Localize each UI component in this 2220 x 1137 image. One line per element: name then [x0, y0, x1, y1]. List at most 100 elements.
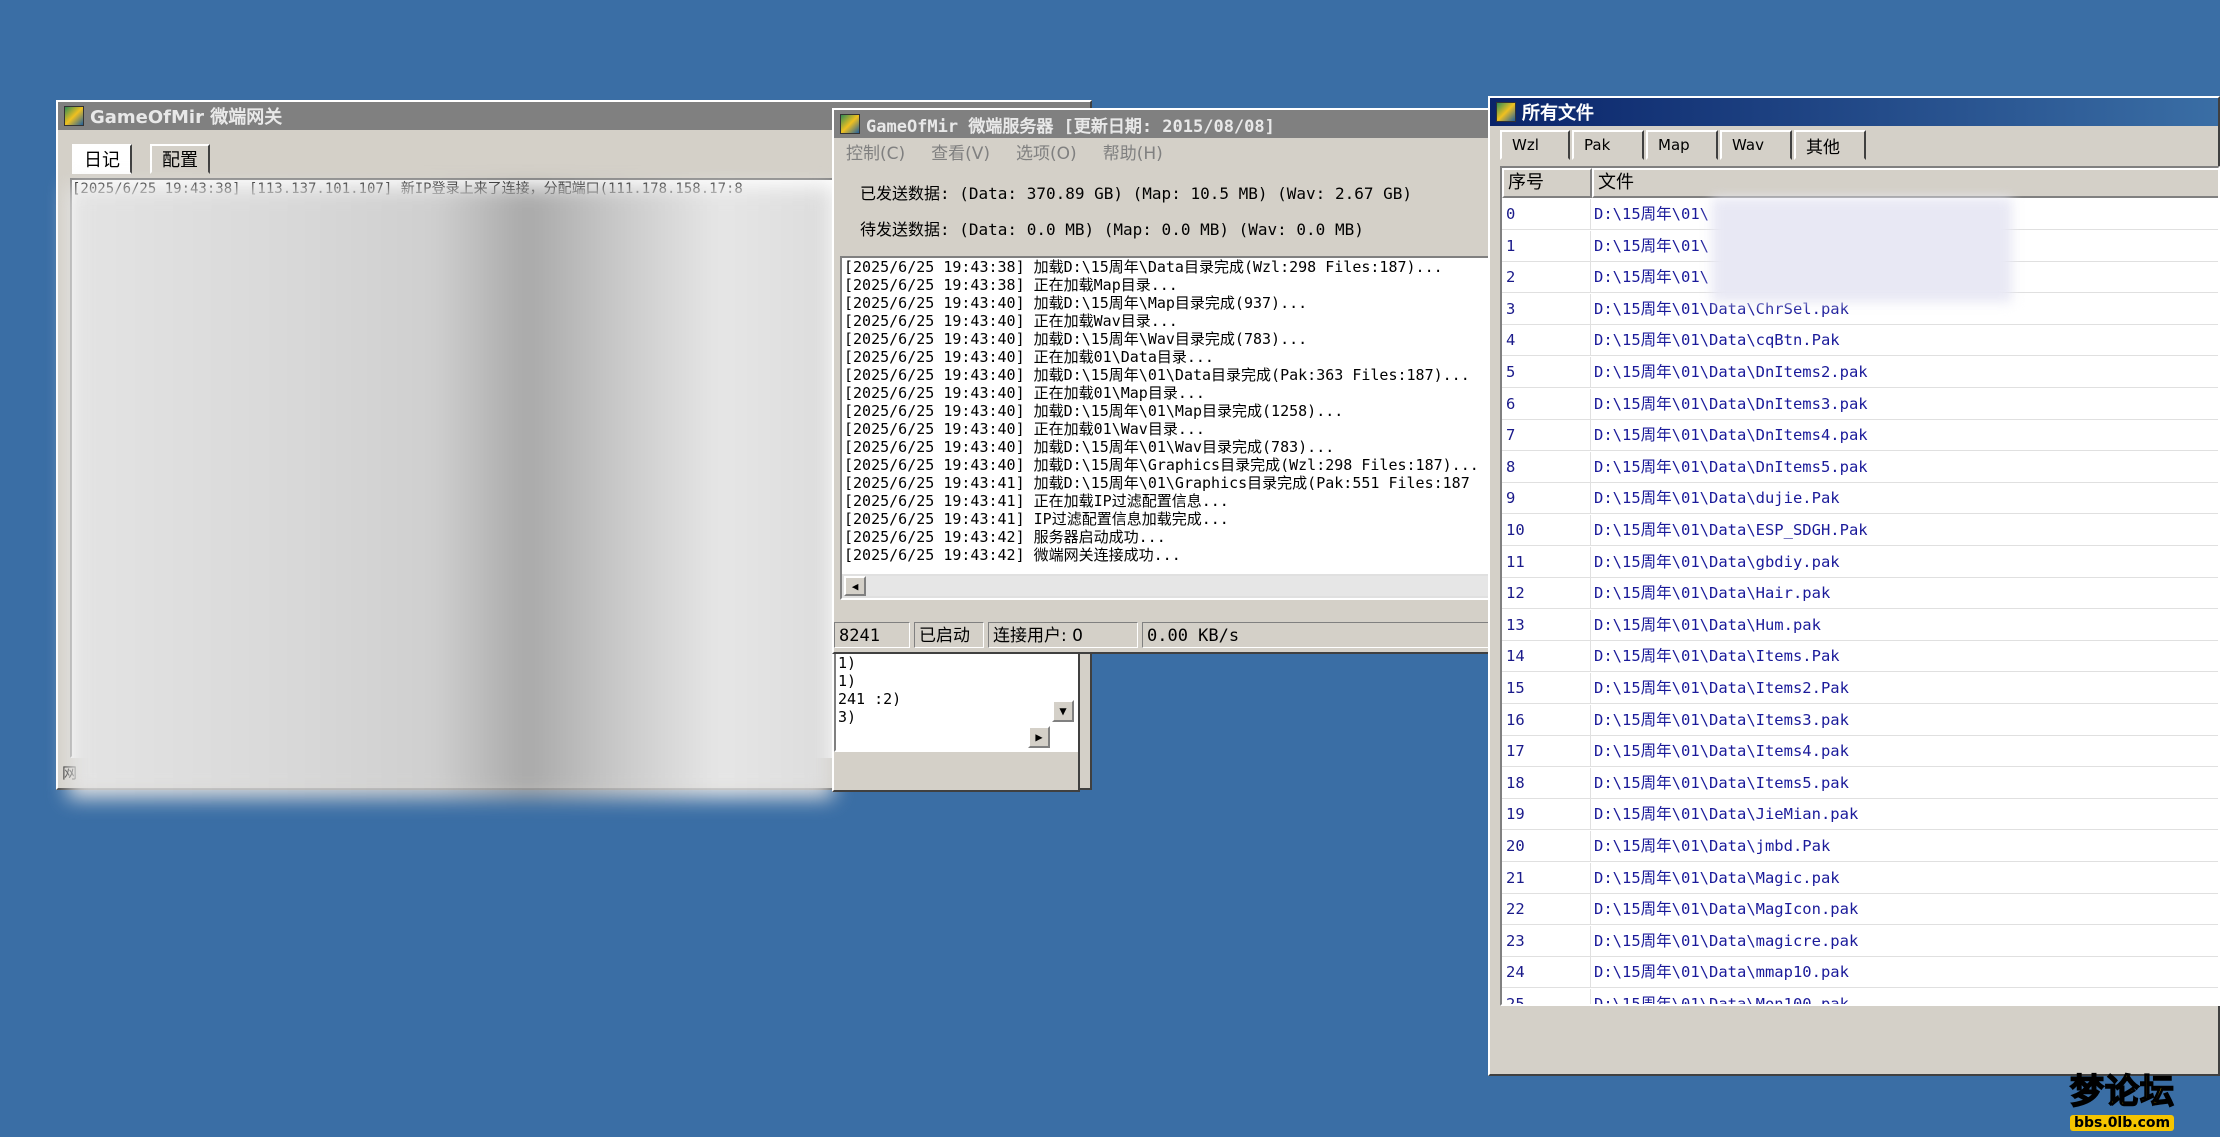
- file-row[interactable]: 15 D:\15周年\01\Data\Items2.Pak: [1502, 673, 2218, 704]
- file-row-path: D:\15周年\01\Data\cqBtn.Pak: [1594, 331, 1840, 350]
- file-row[interactable]: 11 D:\15周年\01\Data\gbdiy.pak: [1502, 546, 2218, 578]
- file-row[interactable]: 5 D:\15周年\01\Data\DnItems2.pak: [1502, 357, 2218, 388]
- tab-log[interactable]: 日记: [72, 144, 132, 174]
- file-row[interactable]: 12 D:\15周年\01\Data\Hair.pak: [1502, 578, 2218, 610]
- server-log-line: [2025/6/25 19:43:40] 加载D:\15周年\Graphics目…: [844, 456, 1479, 474]
- tab-other[interactable]: 其他: [1794, 130, 1866, 160]
- column-divider: [1590, 388, 1591, 419]
- file-row[interactable]: 7 D:\15周年\01\Data\DnItems4.pak: [1502, 420, 2218, 452]
- watermark-site: bbs.0lb.com: [2070, 1115, 2175, 1131]
- file-row[interactable]: 16 D:\15周年\01\Data\Items3.pak: [1502, 704, 2218, 736]
- file-row-index: 5: [1506, 363, 1516, 381]
- files-list[interactable]: 序号 文件 0 D:\15周年\01\ 1 D:\15周年\01\ 2 D:\15周年\0…: [1500, 166, 2220, 1006]
- background-line: 1): [838, 672, 857, 690]
- tab-map[interactable]: Map: [1646, 130, 1718, 160]
- server-log-line: [2025/6/25 19:43:40] 正在加载01\Wav目录...: [844, 420, 1205, 438]
- server-log-area[interactable]: [2025/6/25 19:43:38] 加载D:\15周年\Data目录完成(…: [840, 256, 1492, 600]
- file-row[interactable]: 9 D:\15周年\01\Data\dujie.Pak: [1502, 483, 2218, 515]
- blurred-region: [68, 186, 833, 798]
- file-row-path: D:\15周年\01\Data\Items3.pak: [1594, 710, 1849, 729]
- file-row-index: 2: [1506, 268, 1516, 287]
- scroll-right-button[interactable]: ▶: [1028, 726, 1050, 748]
- watermark: 梦论坛 bbs.0lb.com: [2069, 1071, 2216, 1132]
- server-log-line: [2025/6/25 19:43:41] IP过滤配置信息加载完成...: [844, 510, 1229, 528]
- file-row[interactable]: 25 D:\15周年\01\Data\Mon100.pak: [1502, 989, 2218, 1006]
- server-log-list: [2025/6/25 19:43:38] 加载D:\15周年\Data目录完成(…: [842, 258, 1490, 564]
- column-divider: [1590, 451, 1591, 482]
- file-row-index: 24: [1506, 963, 1525, 982]
- menu-options[interactable]: 选项(O): [1016, 139, 1077, 164]
- files-titlebar[interactable]: 所有文件: [1490, 98, 2218, 126]
- server-log-line: [2025/6/25 19:43:41] 正在加载IP过滤配置信息...: [844, 492, 1229, 510]
- server-log-line: [2025/6/25 19:43:40] 加载D:\15周年\01\Wav目录完…: [844, 438, 1335, 456]
- server-log-line: [2025/6/25 19:43:40] 正在加载01\Data目录...: [844, 348, 1214, 366]
- sent-data-label: 已发送数据: (Data: 370.89 GB) (Map: 10.5 MB) …: [860, 184, 1413, 203]
- file-row-index: 23: [1506, 931, 1525, 950]
- file-row-path: D:\15周年\01\Data\jmbd.Pak: [1594, 837, 1831, 855]
- file-row[interactable]: 14 D:\15周年\01\Data\Items.Pak: [1502, 641, 2218, 673]
- file-row[interactable]: 8 D:\15周年\01\Data\DnItems5.pak: [1502, 451, 2218, 483]
- file-row[interactable]: 20 D:\15周年\01\Data\jmbd.Pak: [1502, 831, 2218, 862]
- server-titlebar[interactable]: GameOfMir 微端服务器 [更新日期: 2015/08/08]: [834, 110, 1490, 138]
- server-window[interactable]: GameOfMir 微端服务器 [更新日期: 2015/08/08] 控制(C)…: [832, 108, 1492, 654]
- files-window[interactable]: 所有文件 Wzl Pak Map Wav 其他 序号 文件 0 D:\15周年\0…: [1488, 96, 2220, 1076]
- column-divider: [1590, 578, 1591, 609]
- watermark-logo: 梦论坛: [2069, 1071, 2175, 1113]
- tab-config[interactable]: 配置: [150, 144, 210, 174]
- tab-wzl[interactable]: Wzl: [1500, 130, 1570, 160]
- file-row[interactable]: 18 D:\15周年\01\Data\Items5.pak: [1502, 767, 2218, 799]
- file-row-index: 7: [1506, 426, 1516, 445]
- menu-help[interactable]: 帮助(H): [1103, 139, 1163, 164]
- file-row-path: D:\15周年\01\: [1594, 236, 1709, 255]
- file-row[interactable]: 21 D:\15周年\01\Data\Magic.pak: [1502, 862, 2218, 894]
- file-row-path: D:\15周年\01\Data\ESP_SDGH.Pak: [1594, 521, 1868, 539]
- file-row-index: 19: [1506, 805, 1525, 824]
- app-icon: [64, 106, 84, 126]
- server-log-line: [2025/6/25 19:43:38] 正在加载Map目录...: [844, 276, 1178, 294]
- file-row-path: D:\15周年\01\Data\gbdiy.pak: [1594, 552, 1840, 571]
- scroll-down-button[interactable]: ▼: [1052, 700, 1074, 722]
- column-divider: [1590, 325, 1591, 356]
- file-row-path: D:\15周年\01\Data\Items4.pak: [1594, 742, 1849, 761]
- file-row[interactable]: 23 D:\15周年\01\Data\magicre.pak: [1502, 925, 2218, 957]
- file-row-index: 12: [1506, 584, 1525, 603]
- file-row[interactable]: 22 D:\15周年\01\Data\MagIcon.pak: [1502, 894, 2218, 926]
- file-row-path: D:\15周年\01\Data\Items.Pak: [1594, 647, 1840, 666]
- file-row-path: D:\15周年\01\Data\DnItems4.pak: [1594, 426, 1868, 445]
- file-row[interactable]: 17 D:\15周年\01\Data\Items4.pak: [1502, 736, 2218, 768]
- column-divider: [1590, 420, 1591, 451]
- log-horizontal-scrollbar[interactable]: ◀: [842, 574, 1490, 598]
- column-divider: [1590, 293, 1591, 324]
- status-users: 连接用户: 0: [988, 622, 1138, 648]
- file-row-path: D:\15周年\01\Data\DnItems5.pak: [1594, 457, 1868, 476]
- menu-view[interactable]: 查看(V): [931, 139, 990, 164]
- tab-wav[interactable]: Wav: [1720, 130, 1792, 160]
- background-window[interactable]: 1) 1) 241 :2) 3) ▼ ▶: [832, 650, 1080, 792]
- server-menubar: 控制(C) 查看(V) 选项(O) 帮助(H): [834, 138, 1490, 164]
- file-row-path: D:\15周年\01\Data\Mon100.pak: [1594, 995, 1849, 1006]
- file-row-path: D:\15周年\01\Data\magicre.pak: [1594, 931, 1859, 950]
- file-row-path: D:\15周年\01\Data\mmap10.pak: [1594, 963, 1849, 982]
- column-divider: [1590, 357, 1591, 387]
- file-row[interactable]: 13 D:\15周年\01\Data\Hum.pak: [1502, 609, 2218, 641]
- file-row[interactable]: 4 D:\15周年\01\Data\cqBtn.Pak: [1502, 325, 2218, 357]
- column-divider: [1590, 546, 1591, 577]
- column-divider: [1590, 262, 1591, 293]
- file-row-index: 20: [1506, 837, 1525, 855]
- column-divider: [1590, 483, 1591, 514]
- file-row-index: 10: [1506, 521, 1525, 539]
- file-row[interactable]: 24 D:\15周年\01\Data\mmap10.pak: [1502, 957, 2218, 989]
- file-row[interactable]: 6 D:\15周年\01\Data\DnItems3.pak: [1502, 388, 2218, 420]
- tab-pak[interactable]: Pak: [1572, 130, 1644, 160]
- server-log-line: [2025/6/25 19:43:40] 加载D:\15周年\Wav目录完成(7…: [844, 330, 1308, 348]
- column-header-file[interactable]: 文件: [1592, 168, 2218, 198]
- server-log-line: [2025/6/25 19:43:40] 正在加载01\Map目录...: [844, 384, 1205, 402]
- scroll-left-button[interactable]: ◀: [844, 576, 866, 596]
- server-title: GameOfMir 微端服务器 [更新日期: 2015/08/08]: [866, 116, 1275, 137]
- column-header-index[interactable]: 序号: [1502, 168, 1592, 198]
- file-row[interactable]: 10 D:\15周年\01\Data\ESP_SDGH.Pak: [1502, 515, 2218, 546]
- background-list[interactable]: 1) 1) 241 :2) 3) ▼ ▶: [834, 652, 1078, 752]
- menu-control[interactable]: 控制(C): [846, 139, 905, 164]
- file-row[interactable]: 19 D:\15周年\01\Data\JieMian.pak: [1502, 799, 2218, 831]
- column-divider: [1590, 957, 1591, 988]
